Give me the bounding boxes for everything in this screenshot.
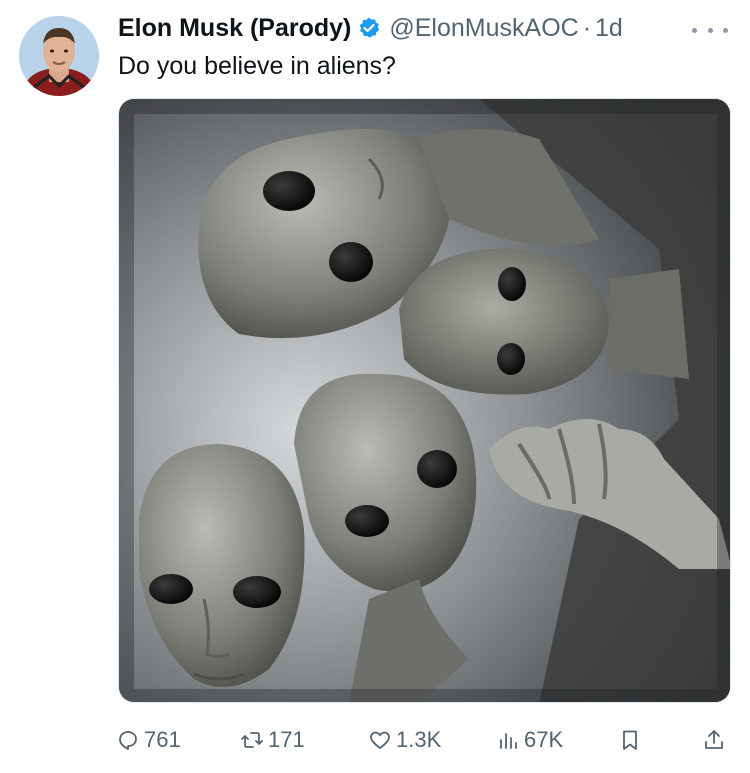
views-count: 67K	[524, 727, 564, 752]
like-count: 1.3K	[396, 727, 442, 752]
avatar[interactable]	[19, 16, 99, 96]
bookmark-icon	[623, 730, 637, 750]
bookmark-button[interactable]	[618, 724, 646, 756]
views-button[interactable]: 67K	[496, 724, 563, 756]
reply-button[interactable]: 761	[116, 724, 181, 756]
reply-icon	[119, 731, 137, 750]
retweet-button[interactable]: 171	[240, 724, 305, 756]
tweet-actions-bar: 761 171 1.3K 67K	[116, 724, 736, 756]
author-name[interactable]: Elon Musk (Parody)	[118, 14, 351, 43]
avatar-image	[19, 16, 99, 96]
tweet-header: Elon Musk (Parody) @ElonMuskAOC · 1d	[118, 12, 623, 44]
timestamp[interactable]: 1d	[595, 14, 623, 43]
share-button[interactable]	[702, 724, 730, 756]
more-icon[interactable]	[692, 24, 728, 36]
like-icon	[370, 731, 390, 749]
aliens-photo	[119, 99, 730, 702]
retweet-count: 171	[268, 727, 305, 752]
retweet-icon	[241, 732, 263, 748]
like-button[interactable]: 1.3K	[368, 724, 441, 756]
tweet-media-image[interactable]	[118, 98, 731, 703]
verified-badge-icon	[360, 17, 380, 38]
separator-dot: ·	[582, 13, 592, 42]
views-icon	[500, 733, 517, 749]
share-icon	[705, 730, 723, 749]
author-handle[interactable]: @ElonMuskAOC	[389, 14, 578, 43]
tweet-text: Do you believe in aliens?	[118, 52, 396, 80]
reply-count: 761	[144, 727, 181, 752]
